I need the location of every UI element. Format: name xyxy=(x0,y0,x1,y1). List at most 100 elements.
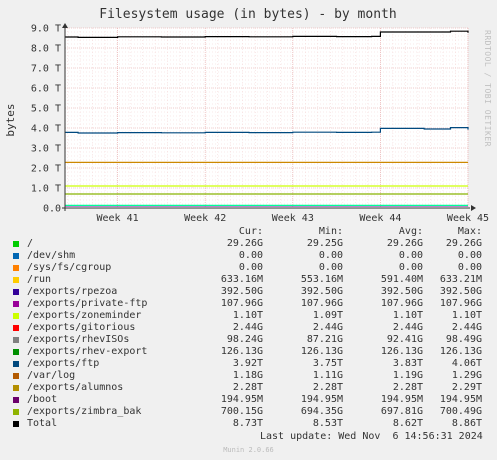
legend-row: Total 8.73T 8.53T 8.62T 8.86T xyxy=(13,418,493,430)
y-tick-label: 2.0 T xyxy=(31,164,61,175)
legend-label: /exports/private-ftp xyxy=(27,298,148,309)
legend-swatch xyxy=(13,373,19,379)
legend-row: /exports/rhev-export 126.13G 126.13G 126.13… xyxy=(13,346,493,358)
legend-value-max: 29.26G xyxy=(445,238,482,249)
legend-value-cur: 1.10T xyxy=(232,310,263,321)
y-axis-label: bytes xyxy=(4,103,17,136)
legend-value-cur: 107.96G xyxy=(220,298,263,309)
legend-value-cur: 29.26G xyxy=(226,238,263,249)
legend-swatch xyxy=(13,361,19,367)
legend: Cur: Min: Avg: Max: / 29.26G 29.25G 29.26G 2… xyxy=(13,226,493,430)
legend-value-min: 8.53T xyxy=(312,418,343,429)
legend-value-cur: 392.50G xyxy=(220,286,263,297)
legend-value-min: 2.28T xyxy=(312,382,343,393)
y-tick-labels: 0.0 1.0 T 2.0 T 3.0 T 4.0 T 5.0 T 6.0 T 7.0 T 8.… xyxy=(31,24,61,215)
legend-label: /dev/shm xyxy=(27,250,76,261)
legend-swatch xyxy=(13,289,19,295)
legend-value-max: 8.86T xyxy=(451,418,482,429)
legend-value-max: 700.49G xyxy=(439,406,482,417)
legend-label: Total xyxy=(27,418,58,429)
legend-value-min: 29.25G xyxy=(306,238,343,249)
legend-value-max: 4.06T xyxy=(451,358,482,369)
legend-value-min: 1.09T xyxy=(312,310,343,321)
legend-label: /exports/rhevISOs xyxy=(27,334,130,345)
legend-label: /var/log xyxy=(27,370,76,381)
y-tick-label: 1.0 T xyxy=(31,184,61,195)
legend-label: /exports/rhev-export xyxy=(27,346,148,357)
legend-value-cur: 3.92T xyxy=(232,358,263,369)
legend-row: /sys/fs/cgroup 0.00 0.00 0.00 0.00 xyxy=(13,262,493,274)
legend-row: /exports/rhevISOs 98.24G 87.21G 92.41G 98.49… xyxy=(13,334,493,346)
legend-swatch xyxy=(13,409,19,415)
legend-value-min: 694.35G xyxy=(300,406,343,417)
legend-swatch xyxy=(13,313,19,319)
legend-row: /boot 194.95M 194.95M 194.95M 194.95M xyxy=(13,394,493,406)
header-cur: Cur: xyxy=(238,226,263,237)
y-tick-label: 4.0 T xyxy=(31,124,61,135)
y-tick-label: 5.0 T xyxy=(31,104,61,115)
legend-row: /exports/gitorious 2.44G 2.44G 2.44G 2.44G xyxy=(13,322,493,334)
legend-row: /29.26G 29.25G 29.26G 29.26G xyxy=(13,238,493,250)
munin-version: Munin 2.0.66 xyxy=(223,446,274,454)
x-tick-labels: Week 41 Week 42 Week 43 Week 44 Week 45 xyxy=(96,213,489,224)
side-credit-text: RRDTOOL / TOBI OETIKER xyxy=(483,30,492,147)
legend-header-row: Cur: Min: Avg: Max: xyxy=(13,226,493,238)
legend-value-cur: 194.95M xyxy=(220,394,263,405)
legend-rows: /29.26G 29.25G 29.26G 29.26G/dev/shm 0.00 0.0… xyxy=(13,238,493,430)
legend-value-max: 0.00 xyxy=(457,250,482,261)
legend-value-min: 392.50G xyxy=(300,286,343,297)
legend-value-min: 553.16M xyxy=(300,274,343,285)
legend-row: /var/log 1.18G 1.11G 1.19G 1.29G xyxy=(13,370,493,382)
legend-swatch xyxy=(13,385,19,391)
legend-swatch xyxy=(13,253,19,259)
legend-value-max: 98.49G xyxy=(445,334,482,345)
legend-value-cur: 2.44G xyxy=(232,322,263,333)
legend-value-cur: 0.00 xyxy=(238,250,263,261)
legend-value-cur: 0.00 xyxy=(238,262,263,273)
y-tick-label: 7.0 T xyxy=(31,64,61,75)
legend-swatch xyxy=(13,277,19,283)
legend-value-cur: 8.73T xyxy=(232,418,263,429)
legend-value-max: 107.96G xyxy=(439,298,482,309)
legend-label: /exports/rpezoa xyxy=(27,286,118,297)
legend-value-max: 2.29T xyxy=(451,382,482,393)
legend-value-min: 107.96G xyxy=(300,298,343,309)
y-tick-label: 9.0 T xyxy=(31,24,61,35)
legend-swatch xyxy=(13,265,19,271)
last-update-text: Last update: Wed Nov 6 14:56:31 2024 xyxy=(260,431,483,442)
y-axis-arrow xyxy=(62,23,68,28)
legend-swatch xyxy=(13,241,19,247)
legend-row: /run 633.16M 553.16M 591.40M 633.21M xyxy=(13,274,493,286)
x-tick-label: Week 41 xyxy=(96,213,138,224)
legend-row: /exports/alumnos 2.28T 2.28T 2.28T 2.29T xyxy=(13,382,493,394)
legend-value-cur: 126.13G xyxy=(220,346,263,357)
legend-value-min: 0.00 xyxy=(318,250,343,261)
legend-value-min: 194.95M xyxy=(300,394,343,405)
legend-value-cur: 633.16M xyxy=(220,274,263,285)
legend-label: / xyxy=(27,238,34,249)
legend-value-max: 0.00 xyxy=(457,262,482,273)
legend-value-min: 1.11G xyxy=(312,370,343,381)
legend-value-cur: 700.15G xyxy=(220,406,263,417)
legend-row: /exports/ftp 3.92T 3.75T 3.83T 4.06T xyxy=(13,358,493,370)
legend-value-max: 126.13G xyxy=(439,346,482,357)
legend-swatch xyxy=(13,397,19,403)
legend-value-max: 1.29G xyxy=(451,370,482,381)
legend-value-min: 87.21G xyxy=(306,334,343,345)
legend-row: /dev/shm 0.00 0.00 0.00 0.00 xyxy=(13,250,493,262)
legend-value-cur: 1.18G xyxy=(232,370,263,381)
chart-title: Filesystem usage (in bytes) - by month xyxy=(99,7,396,22)
legend-value-max: 1.10T xyxy=(451,310,482,321)
legend-value-min: 0.00 xyxy=(318,262,343,273)
x-axis-arrow xyxy=(471,205,476,211)
y-tick-label: 3.0 T xyxy=(31,144,61,155)
legend-value-max: 194.95M xyxy=(439,394,482,405)
legend-swatch xyxy=(13,301,19,307)
legend-swatch xyxy=(13,349,19,355)
legend-row: /exports/rpezoa 392.50G 392.50G 392.50G 392.… xyxy=(13,286,493,298)
legend-row: /exports/zoneminder 1.10T 1.09T 1.10T 1.10T xyxy=(13,310,493,322)
legend-label: /exports/ftp xyxy=(27,358,100,369)
y-tick-label: 0.0 xyxy=(43,204,61,215)
legend-row: /exports/zimbra_bak 700.15G 694.35G 697.81G… xyxy=(13,406,493,418)
legend-label: /exports/zimbra_bak xyxy=(27,406,142,417)
